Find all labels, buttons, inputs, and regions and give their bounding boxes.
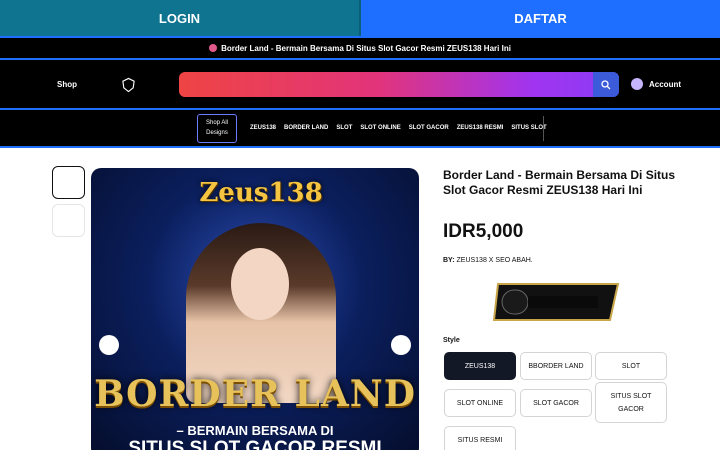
search-icon bbox=[601, 79, 611, 89]
logo-shield-icon[interactable] bbox=[121, 77, 136, 93]
style-option-slot-online[interactable]: SLOT ONLINE bbox=[444, 389, 516, 417]
category-nav: Shop All Designs ZEUS138 BORDER LAND SLO… bbox=[0, 110, 720, 148]
daftar-button[interactable]: DAFTAR bbox=[361, 0, 720, 36]
hero-headline: BORDER LAND bbox=[94, 373, 416, 415]
style-label: Style bbox=[443, 337, 460, 344]
search-button[interactable] bbox=[593, 72, 619, 97]
shop-link[interactable]: Shop bbox=[57, 80, 77, 89]
site-header: Shop Account bbox=[0, 60, 720, 110]
prev-image-button[interactable] bbox=[99, 335, 119, 355]
style-option-slot[interactable]: SLOT bbox=[595, 352, 667, 380]
nav-link-slot-online[interactable]: SLOT ONLINE bbox=[360, 125, 400, 131]
badge-image bbox=[492, 283, 620, 321]
flower-icon bbox=[209, 44, 218, 52]
product-byline: BY: ZEUS138 X SEO ABAH. bbox=[443, 257, 533, 264]
announcement-bar: Border Land - Bermain Bersama Di Situs S… bbox=[0, 36, 720, 60]
zeus138-logo: Zeus138 bbox=[199, 178, 323, 208]
nav-divider bbox=[543, 116, 544, 141]
thumbnail-2[interactable] bbox=[52, 204, 85, 237]
nav-link-zeus138[interactable]: ZEUS138 bbox=[250, 125, 276, 131]
style-option-zeus138[interactable]: ZEUS138 bbox=[444, 352, 516, 380]
nav-link-slot[interactable]: SLOT bbox=[336, 125, 352, 131]
account-label: Account bbox=[649, 79, 681, 89]
user-icon bbox=[631, 78, 643, 90]
auth-bar: LOGIN DAFTAR bbox=[0, 0, 720, 36]
hero-subheadline-2: SITUS SLOT GACOR RESMI bbox=[128, 438, 382, 450]
search-bar bbox=[179, 72, 619, 97]
style-option-situs-slot-gacor[interactable]: SITUS SLOT GACOR bbox=[595, 382, 667, 423]
login-button[interactable]: LOGIN bbox=[0, 0, 361, 36]
nav-links: ZEUS138 BORDER LAND SLOT SLOT ONLINE SLO… bbox=[250, 125, 547, 131]
thumbnail-1[interactable] bbox=[52, 166, 85, 199]
style-option-situs-resmi[interactable]: SITUS RESMI bbox=[444, 426, 516, 450]
announcement-text: Border Land - Bermain Bersama Di Situs S… bbox=[221, 43, 511, 53]
hero-face bbox=[231, 248, 289, 320]
shop-all-designs-button[interactable]: Shop All Designs bbox=[197, 114, 237, 143]
product-title: Border Land - Bermain Bersama Di Situs S… bbox=[443, 168, 676, 197]
style-option-bborder-land[interactable]: BBORDER LAND bbox=[520, 352, 592, 380]
nav-link-zeus138-resmi[interactable]: ZEUS138 RESMI bbox=[457, 125, 504, 131]
product-price: IDR5,000 bbox=[443, 221, 524, 242]
product-image: Zeus138 BORDER LAND – BERMAIN BERSAMA DI… bbox=[91, 168, 419, 450]
style-option-slot-gacor[interactable]: SLOT GACOR bbox=[520, 389, 592, 417]
next-image-button[interactable] bbox=[391, 335, 411, 355]
search-input[interactable] bbox=[179, 72, 593, 97]
shop-all-line1: Shop All bbox=[205, 119, 229, 126]
by-label: BY: bbox=[443, 257, 455, 264]
shop-all-line2: Designs bbox=[206, 129, 228, 136]
nav-link-border-land[interactable]: BORDER LAND bbox=[284, 125, 328, 131]
hero-subheadline-1: – BERMAIN BERSAMA DI bbox=[176, 423, 334, 438]
product-section: Zeus138 BORDER LAND – BERMAIN BERSAMA DI… bbox=[0, 148, 720, 450]
nav-link-situs-slot[interactable]: SITUS SLOT bbox=[511, 125, 546, 131]
nav-link-slot-gacor[interactable]: SLOT GACOR bbox=[409, 125, 449, 131]
by-value: ZEUS138 X SEO ABAH. bbox=[456, 257, 533, 264]
account-link[interactable]: Account bbox=[631, 78, 681, 90]
